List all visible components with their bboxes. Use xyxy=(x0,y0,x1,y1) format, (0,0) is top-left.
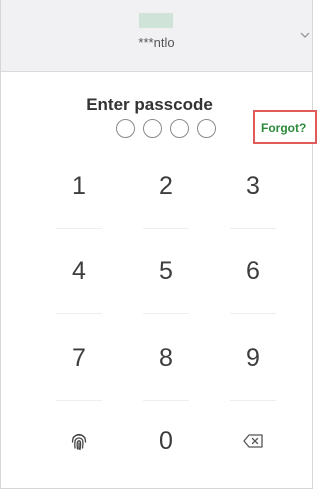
key-9[interactable]: 9 xyxy=(220,332,286,384)
key-divider xyxy=(56,400,102,401)
passcode-dot xyxy=(143,119,162,138)
key-1[interactable]: 1 xyxy=(46,160,112,212)
passcode-dot xyxy=(116,119,135,138)
key-3[interactable]: 3 xyxy=(220,160,286,212)
account-header[interactable]: ***ntlo xyxy=(1,0,312,72)
key-divider xyxy=(230,228,276,229)
backspace-icon xyxy=(243,434,263,448)
key-5[interactable]: 5 xyxy=(133,245,199,297)
key-4[interactable]: 4 xyxy=(46,245,112,297)
passcode-screen: ***ntlo Enter passcode Forgot? 1 2 3 4 5… xyxy=(0,0,317,489)
key-divider xyxy=(143,228,189,229)
key-divider xyxy=(143,313,189,314)
avatar xyxy=(139,13,173,28)
key-divider xyxy=(143,400,189,401)
key-divider xyxy=(230,313,276,314)
account-username: ***ntlo xyxy=(138,35,175,50)
fingerprint-button[interactable] xyxy=(46,415,112,467)
fingerprint-icon xyxy=(71,433,87,451)
chevron-down-icon[interactable] xyxy=(300,30,310,40)
key-2[interactable]: 2 xyxy=(133,160,199,212)
backspace-button[interactable] xyxy=(220,415,286,467)
forgot-passcode-link[interactable]: Forgot? xyxy=(253,110,317,144)
key-7[interactable]: 7 xyxy=(46,332,112,384)
key-divider xyxy=(56,313,102,314)
passcode-dot xyxy=(170,119,189,138)
key-6[interactable]: 6 xyxy=(220,245,286,297)
key-0[interactable]: 0 xyxy=(133,415,199,467)
passcode-dots xyxy=(116,119,226,139)
key-divider xyxy=(230,400,276,401)
key-divider xyxy=(56,228,102,229)
passcode-dot xyxy=(197,119,216,138)
key-8[interactable]: 8 xyxy=(133,332,199,384)
